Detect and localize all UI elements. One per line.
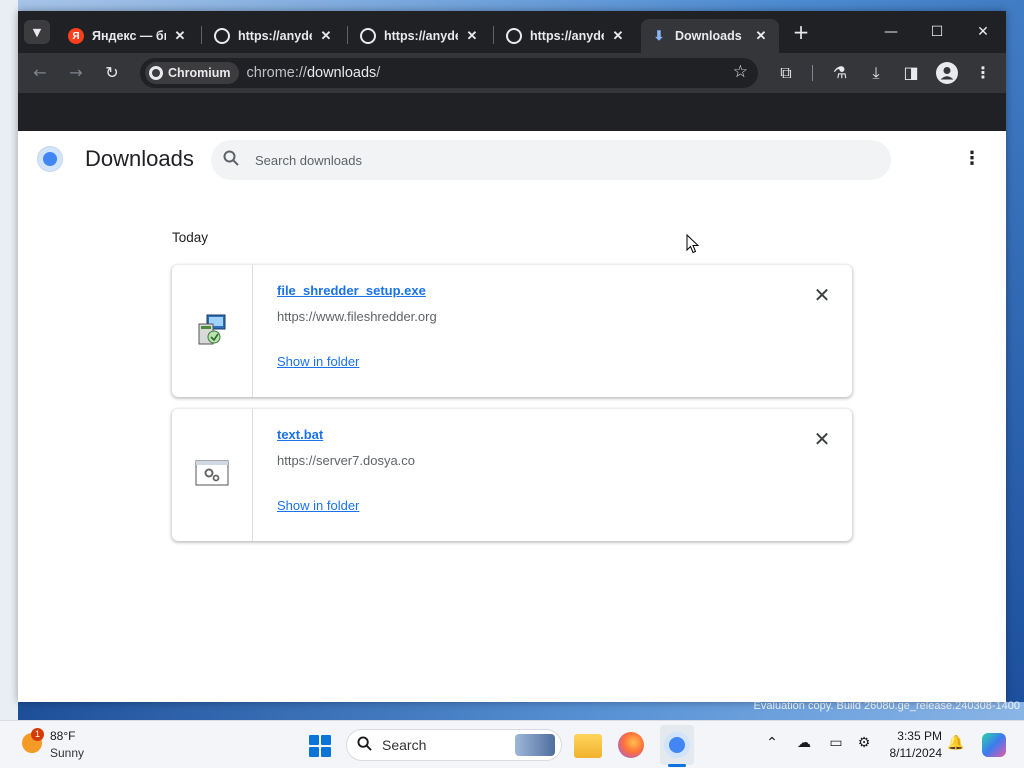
- file-icon-column: [172, 265, 253, 397]
- downloads-toolbar-icon[interactable]: ⤓: [864, 61, 888, 85]
- extensions-icon[interactable]: ⧉: [774, 61, 798, 85]
- batch-file-icon: [195, 460, 229, 490]
- labs-flask-icon[interactable]: ⚗: [828, 61, 852, 85]
- toolbar-strip: [18, 93, 1006, 131]
- download-item: text.bat https://server7.dosya.co Show i…: [172, 409, 852, 541]
- maximize-button[interactable]: ☐: [914, 19, 960, 45]
- search-highlight-image: [515, 734, 555, 756]
- yandex-icon: Я: [68, 28, 84, 44]
- remove-download-close-icon[interactable]: ✕: [812, 429, 832, 449]
- date-header: Today: [172, 230, 209, 245]
- chromium-logo-icon: [38, 147, 62, 171]
- show-hidden-icons-chevron-icon[interactable]: ⌃: [762, 735, 782, 751]
- tab-label: Яндекс — быстрый: [92, 29, 166, 43]
- network-sound-icon[interactable]: ⚙: [854, 735, 874, 751]
- forward-arrow-icon[interactable]: →: [64, 61, 88, 85]
- taskbar-search[interactable]: Search: [346, 729, 562, 761]
- download-source-url: https://server7.dosya.co: [277, 453, 416, 468]
- close-window-button[interactable]: ✕: [960, 19, 1006, 45]
- chromium-icon: [664, 732, 690, 758]
- close-tab-icon[interactable]: ✕: [610, 28, 626, 44]
- file-explorer-icon[interactable]: [574, 734, 602, 758]
- url-host: downloads: [306, 65, 377, 81]
- back-arrow-icon[interactable]: ←: [28, 61, 52, 85]
- tab-separator: [347, 26, 348, 44]
- start-windows-icon[interactable]: [309, 735, 331, 757]
- tab-label: https://anydesk: [384, 29, 458, 43]
- download-filename-link[interactable]: text.bat: [277, 427, 323, 442]
- browser-toolbar: ← → ↻ Chromium chrome://downloads/ ☆ ⧉ ⚗…: [18, 53, 1006, 93]
- desktop-left-edge: [0, 0, 18, 720]
- download-source-url: https://www.fileshredder.org: [277, 309, 437, 324]
- side-panel-icon[interactable]: ◨: [899, 61, 923, 85]
- search-downloads-bar[interactable]: [211, 140, 891, 180]
- tab-label: https://anydesk: [530, 29, 604, 43]
- weather-badge: 1: [31, 728, 44, 741]
- installer-icon: [195, 312, 229, 350]
- show-in-folder-link[interactable]: Show in folder: [277, 354, 359, 369]
- tab-anydesk-1[interactable]: https://anydesk ✕: [204, 19, 344, 53]
- globe-icon: [506, 28, 522, 44]
- onedrive-cloud-icon[interactable]: ☁: [794, 735, 814, 751]
- browser-window: ▼ Я Яндекс — быстрый ✕ https://anydesk ✕…: [18, 11, 1006, 702]
- weather-temperature[interactable]: 88°F: [50, 729, 75, 743]
- close-tab-icon[interactable]: ✕: [172, 28, 188, 44]
- search-downloads-input[interactable]: [255, 152, 815, 168]
- copilot-icon[interactable]: [982, 733, 1006, 757]
- reload-icon[interactable]: ↻: [100, 61, 124, 85]
- display-icon[interactable]: ▭: [826, 735, 846, 751]
- close-tab-icon[interactable]: ✕: [753, 28, 769, 44]
- notification-bell-icon[interactable]: 🔔: [946, 735, 966, 751]
- tab-separator: [493, 26, 494, 44]
- firefox-icon[interactable]: [618, 732, 644, 758]
- search-icon: [357, 735, 372, 755]
- tab-yandex[interactable]: Я Яндекс — быстрый ✕: [58, 19, 198, 53]
- new-tab-button[interactable]: +: [790, 21, 812, 43]
- page-title: Downloads: [85, 146, 194, 171]
- url-path: /: [376, 65, 381, 81]
- clock-time[interactable]: 3:35 PM: [890, 729, 942, 743]
- download-item: file_shredder_setup.exe https://www.file…: [172, 265, 852, 397]
- weather-description[interactable]: Sunny: [50, 746, 84, 760]
- more-actions-icon[interactable]: ⋮: [962, 149, 982, 169]
- download-filename-link[interactable]: file_shredder_setup.exe: [277, 283, 426, 298]
- globe-icon: [360, 28, 376, 44]
- profile-avatar-icon[interactable]: [935, 61, 959, 85]
- taskbar-search-label: Search: [382, 737, 427, 753]
- tab-search-chevron-icon[interactable]: ▼: [24, 20, 50, 44]
- active-app-indicator: [668, 764, 686, 767]
- tab-label: https://anydesk: [238, 29, 312, 43]
- remove-download-close-icon[interactable]: ✕: [812, 285, 832, 305]
- close-tab-icon[interactable]: ✕: [318, 28, 334, 44]
- chromium-icon: [149, 66, 163, 80]
- tab-separator: [201, 26, 202, 44]
- tab-label: Downloads: [675, 29, 742, 43]
- tab-strip: ▼ Я Яндекс — быстрый ✕ https://anydesk ✕…: [18, 11, 1006, 53]
- url-text[interactable]: chrome://downloads/: [247, 65, 381, 81]
- minimize-button[interactable]: —: [868, 19, 914, 45]
- search-icon: [223, 150, 241, 170]
- browser-menu-icon[interactable]: ⋮: [971, 61, 995, 85]
- taskbar: 1 88°F Sunny Search ⌃ ☁ ▭ ⚙ 3:35 PM 8/11…: [0, 720, 1024, 768]
- file-icon-column: [172, 409, 253, 541]
- download-icon: ⬇: [653, 28, 665, 43]
- mouse-pointer-icon: [686, 234, 700, 254]
- tab-anydesk-2[interactable]: https://anydesk ✕: [350, 19, 490, 53]
- toolbar-divider: [812, 65, 813, 81]
- address-bar[interactable]: Chromium chrome://downloads/ ☆: [140, 58, 758, 88]
- globe-icon: [214, 28, 230, 44]
- url-scheme: chrome://: [246, 65, 307, 81]
- clock-date[interactable]: 8/11/2024: [884, 746, 943, 760]
- downloads-page: Downloads ⋮ Today: [18, 131, 1006, 702]
- bookmark-star-icon[interactable]: ☆: [733, 62, 748, 82]
- close-tab-icon[interactable]: ✕: [464, 28, 480, 44]
- site-info-chip[interactable]: Chromium: [145, 62, 239, 84]
- chip-label: Chromium: [168, 66, 231, 80]
- tab-downloads[interactable]: ⬇ Downloads ✕: [641, 19, 779, 53]
- tab-anydesk-3[interactable]: https://anydesk ✕: [496, 19, 636, 53]
- show-in-folder-link[interactable]: Show in folder: [277, 498, 359, 513]
